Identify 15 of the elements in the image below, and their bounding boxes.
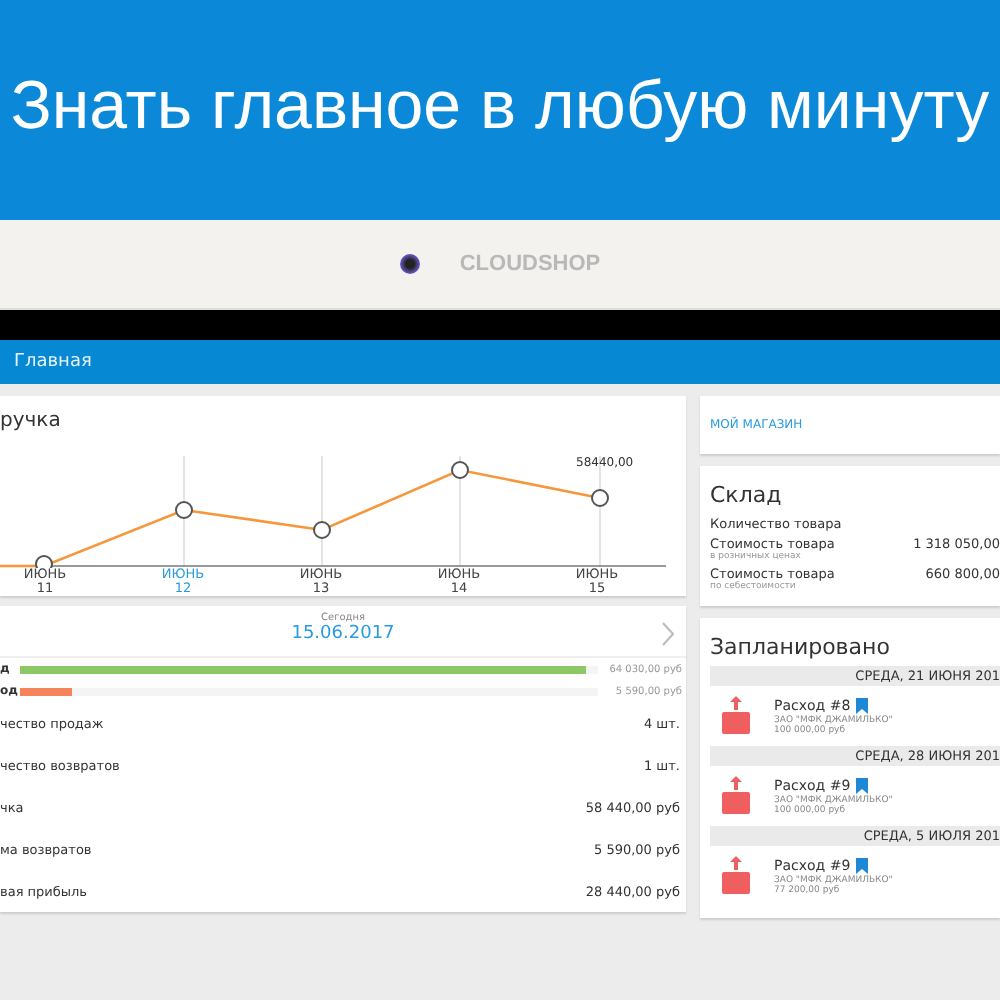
hero-title: Знать главное в любую минуту: [10, 67, 990, 145]
brand-name: CLOUDSHOP: [459, 252, 601, 276]
wallet-icon: [722, 856, 750, 896]
date-value: 15.06.2017: [291, 624, 395, 644]
chevron-right-icon[interactable]: [662, 622, 674, 646]
bookmark-icon: [856, 697, 869, 713]
page-title: Главная: [14, 352, 92, 372]
planned-title: Запланировано: [710, 634, 892, 664]
wallet-icon: [722, 776, 750, 816]
wallet-icon: [722, 696, 750, 736]
chart-title: ручка: [0, 408, 63, 436]
bookmark-icon: [856, 777, 869, 793]
bookmark-icon: [856, 857, 869, 873]
warehouse-title: Склад: [710, 482, 784, 512]
logo-icon: [399, 254, 420, 274]
